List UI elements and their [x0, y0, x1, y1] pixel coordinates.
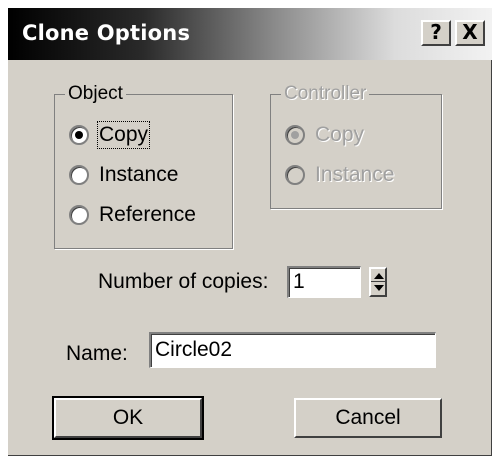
- controller-option-instance: Instance: [285, 161, 394, 189]
- object-groupbox: Object Copy Instance Reference: [54, 83, 233, 249]
- object-option-instance[interactable]: Instance: [69, 161, 178, 189]
- spin-up-icon[interactable]: [374, 273, 384, 279]
- radio-controller-copy-icon: [285, 125, 305, 145]
- close-button[interactable]: X: [455, 20, 485, 46]
- copies-input[interactable]: 1: [287, 266, 361, 298]
- help-button[interactable]: ?: [421, 20, 451, 46]
- object-option-copy[interactable]: Copy: [69, 121, 151, 149]
- controller-option-instance-label: Instance: [315, 163, 395, 186]
- radio-copy-icon[interactable]: [69, 125, 89, 145]
- radio-instance-icon[interactable]: [69, 165, 89, 185]
- cancel-button[interactable]: Cancel: [294, 398, 442, 438]
- object-option-instance-label: Instance: [99, 163, 179, 186]
- window-title: Clone Options: [22, 21, 191, 45]
- title-bar[interactable]: Clone Options ? X: [8, 8, 492, 60]
- radio-controller-instance-icon: [285, 165, 305, 185]
- object-option-copy-label: Copy: [96, 121, 151, 149]
- ok-button[interactable]: OK: [52, 396, 204, 440]
- name-input[interactable]: Circle02: [149, 332, 436, 368]
- object-option-reference[interactable]: Reference: [69, 201, 196, 229]
- object-option-reference-label: Reference: [99, 203, 196, 226]
- spinner-divider: [371, 281, 385, 282]
- object-group-legend: Object: [65, 83, 126, 105]
- controller-groupbox: Controller Copy Instance: [270, 83, 442, 209]
- clone-options-dialog: Clone Options ? X Object Copy Instance R…: [8, 8, 492, 456]
- copies-label: Number of copies:: [98, 270, 269, 293]
- radio-reference-icon[interactable]: [69, 205, 89, 225]
- controller-option-copy: Copy: [285, 121, 364, 149]
- name-label: Name:: [66, 342, 128, 365]
- spin-down-icon[interactable]: [374, 285, 384, 291]
- copies-spinner[interactable]: [369, 267, 387, 297]
- controller-group-legend: Controller: [281, 83, 370, 105]
- controller-option-copy-label: Copy: [315, 123, 365, 146]
